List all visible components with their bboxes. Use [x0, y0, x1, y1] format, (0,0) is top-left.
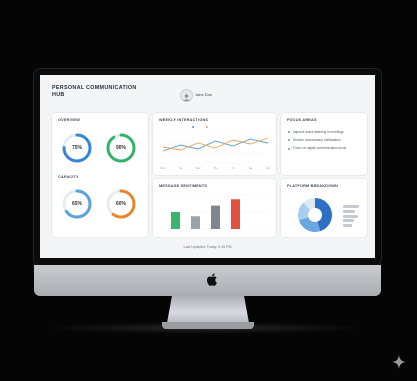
message-sentiments-card: MESSAGE SENTIMENTS	[153, 179, 276, 237]
dashboard-header: PERSONAL COMMUNICATION HUB Jane Doe	[52, 85, 372, 109]
monitor-screen: PERSONAL COMMUNICATION HUB Jane Doe OVER…	[40, 75, 375, 258]
sentiment-bar	[191, 216, 200, 229]
platform-legend	[343, 205, 363, 229]
x-tick-label: Wed	[196, 167, 202, 170]
x-tick-label: Thu	[213, 167, 218, 170]
app-title: PERSONAL COMMUNICATION HUB	[52, 85, 137, 98]
weekly-line-chart: Mon Tue Wed Thu Fri Sat Sun	[161, 126, 271, 170]
focus-item: Reduce unnecessary notifications	[287, 138, 361, 142]
platform-donut-chart	[298, 198, 332, 232]
apple-logo-icon	[207, 273, 217, 286]
avatar[interactable]	[180, 89, 193, 102]
sentiment-bar	[211, 205, 220, 229]
platform-breakdown-title: PLATFORM BREAKDOWN	[287, 184, 338, 188]
overview-title: OVERVIEW	[58, 118, 80, 122]
focus-areas-card: FOCUS AREAS Improve active listening in …	[281, 113, 367, 175]
x-tick-label: Tue	[178, 167, 183, 170]
weekly-interactions-card: WEEKLY INTERACTIONS Mon Tue Wed Thu Fri Sat Su…	[153, 113, 276, 175]
x-tick-label: Fri	[232, 167, 235, 170]
sentiment-bar	[171, 212, 180, 229]
focus-item: Focus on digital communication focus	[287, 146, 361, 150]
focus-item: Improve active listening in meetings	[287, 130, 361, 134]
user-name: Jane Doe	[195, 92, 213, 97]
capacity-metric-1-value: 65%	[71, 201, 82, 207]
monitor-stand	[167, 296, 249, 323]
sentiment-bar-chart	[161, 194, 268, 230]
sparkle-icon	[392, 355, 406, 369]
user-icon	[183, 94, 190, 101]
monitor-stand-base	[162, 322, 254, 329]
x-tick-label: Mon	[161, 167, 166, 170]
sentiment-bar	[231, 199, 240, 229]
overview-metric-2-value: 90%	[115, 145, 126, 151]
overview-metric-1-value: 75%	[71, 145, 82, 151]
focus-list: Improve active listening in meetings Red…	[287, 130, 361, 155]
x-tick-label: Sat	[249, 167, 253, 170]
platform-breakdown-card: PLATFORM BREAKDOWN	[281, 179, 367, 237]
focus-areas-title: FOCUS AREAS	[287, 118, 317, 122]
overview-card: OVERVIEW CAPACITY 75% 90% 65% 60%	[52, 113, 148, 237]
capacity-metric-2-value: 60%	[115, 201, 126, 207]
capacity-title: CAPACITY	[58, 175, 79, 179]
x-tick-label: Sun	[266, 167, 271, 170]
series-line-1	[162, 138, 269, 152]
last-updated-status: Last Updated: Today, 9:15 PM	[183, 245, 232, 249]
